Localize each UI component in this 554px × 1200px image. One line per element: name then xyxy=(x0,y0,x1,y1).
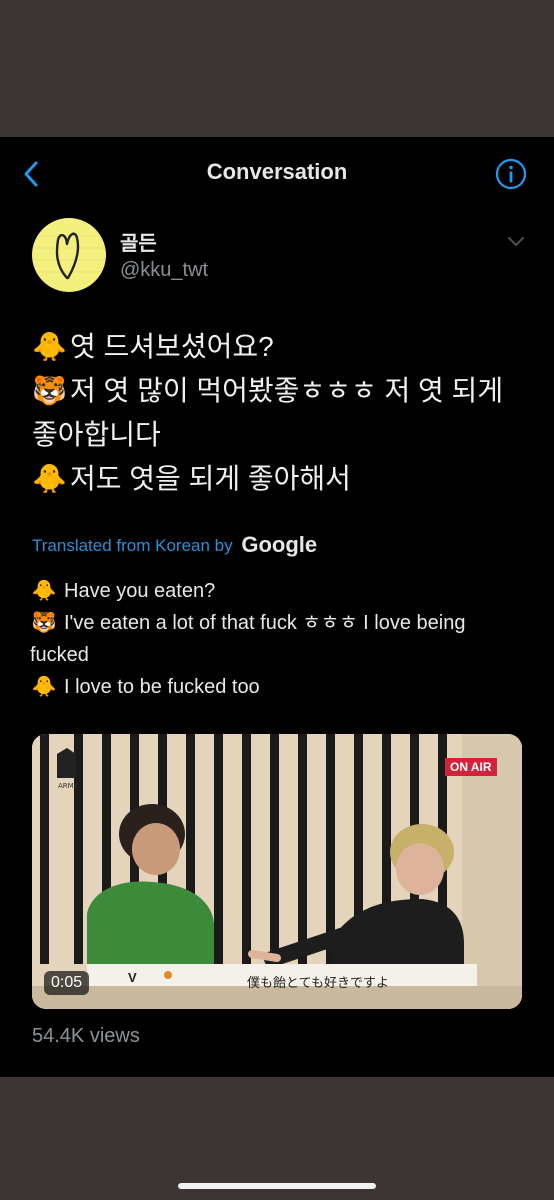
video-subtitle: 僕も飴とても好きですよ xyxy=(247,976,389,991)
on-air-badge: ON AIR xyxy=(445,758,497,776)
heart-doodle-icon xyxy=(32,232,106,280)
translation-label: Translated from Korean by xyxy=(32,536,233,555)
tweet-line-text: 저도 엿을 되게 좋아해서 xyxy=(70,463,351,494)
author-display-name[interactable]: 골든 xyxy=(120,227,157,256)
tweet-line-text: 저 엿 많이 먹어봤좋ㅎㅎㅎ 저 엿 되게 xyxy=(70,375,504,406)
video-duration: 0:05 xyxy=(44,971,90,995)
tweet-line-text: 좋아합니다 xyxy=(32,419,161,450)
tweet-line: 🐥 저도 엿을 되게 좋아해서 xyxy=(32,457,527,501)
translated-text: 🐥 Have you eaten? 🐯 I've eaten a lot of th… xyxy=(30,575,530,703)
tweet-line: 🐥 엿 드셔보셨어요? xyxy=(32,325,527,369)
translation-line-text: I've eaten a lot of that fuck ㅎㅎㅎ I love… xyxy=(64,612,466,634)
translation-line: 🐯 I've eaten a lot of that fuck ㅎㅎㅎ I lov… xyxy=(30,607,530,639)
chevron-down-icon xyxy=(508,237,524,246)
tweet-detail-screen: Conversation 골든 @kku_twt 🐥 엿 드셔보셨어요? 🐯 저 엿… xyxy=(0,137,554,1077)
chick-emoji-icon: 🐥 xyxy=(32,331,67,362)
translation-line: fucked xyxy=(30,639,530,671)
view-count[interactable]: 54.4K views xyxy=(32,1025,140,1048)
translation-line: 🐥 Have you eaten? xyxy=(30,575,530,607)
google-logo: Google xyxy=(241,532,318,557)
chick-emoji-icon: 🐥 xyxy=(31,580,57,602)
translation-line-text: I love to be fucked too xyxy=(64,676,260,698)
tiger-emoji-icon: 🐯 xyxy=(32,375,67,406)
tweet-text: 🐥 엿 드셔보셨어요? 🐯 저 엿 많이 먹어봤좋ㅎㅎㅎ 저 엿 되게 좋아합니다 … xyxy=(32,325,527,501)
translation-line: 🐥 I love to be fucked too xyxy=(30,671,530,703)
info-button[interactable] xyxy=(494,157,528,191)
translation-line-text: Have you eaten? xyxy=(64,580,216,602)
subtitle-speaker: V xyxy=(128,970,137,985)
video-player[interactable]: ARMY ON AIR V 僕も飴とても好きですよ 0:05 xyxy=(32,734,522,1009)
chick-emoji-icon: 🐥 xyxy=(32,463,67,494)
tweet-line: 좋아합니다 xyxy=(32,413,527,457)
translation-attribution[interactable]: Translated from Korean by Google xyxy=(32,532,317,558)
info-circle-icon xyxy=(495,158,527,190)
page-title: Conversation xyxy=(206,159,348,184)
tweet-line-text: 엿 드셔보셨어요? xyxy=(70,331,274,362)
translation-line-text: fucked xyxy=(30,644,89,666)
author-handle[interactable]: @kku_twt xyxy=(120,259,208,282)
tiger-emoji-icon: 🐯 xyxy=(31,612,57,634)
army-logo-text: ARMY xyxy=(58,782,79,790)
navigation-bar: Conversation xyxy=(0,137,554,209)
avatar[interactable] xyxy=(32,218,106,292)
tweet-line: 🐯 저 엿 많이 먹어봤좋ㅎㅎㅎ 저 엿 되게 xyxy=(32,369,527,413)
chick-emoji-icon: 🐥 xyxy=(31,676,57,698)
home-indicator[interactable] xyxy=(178,1183,376,1189)
tweet-options-button[interactable] xyxy=(506,235,526,249)
